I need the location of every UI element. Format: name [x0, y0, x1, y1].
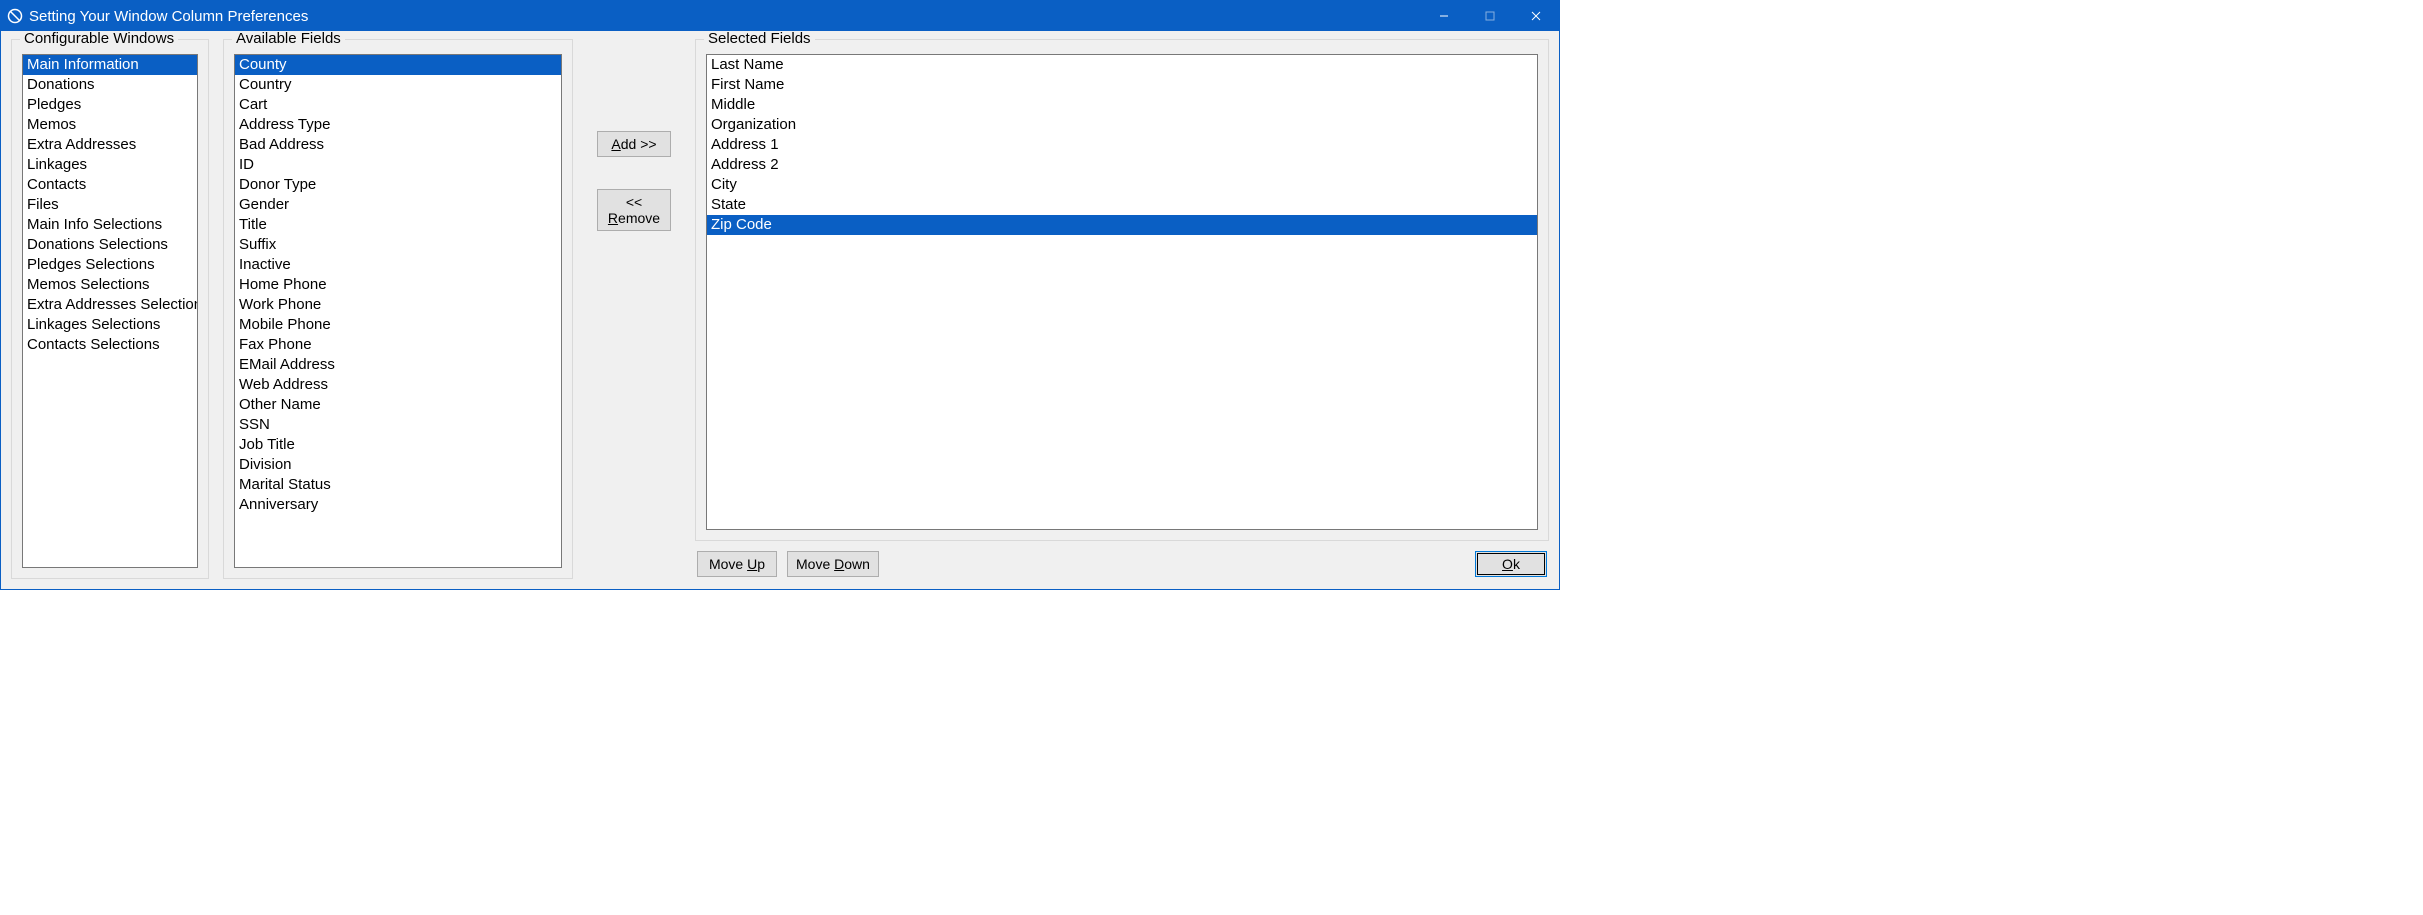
list-item[interactable]: Cart — [235, 95, 561, 115]
list-item[interactable]: Donations Selections — [23, 235, 197, 255]
list-item[interactable]: Main Information — [23, 55, 197, 75]
configurable-windows-label: Configurable Windows — [20, 31, 178, 47]
ok-button[interactable]: Ok — [1475, 551, 1547, 577]
available-fields-listbox[interactable]: CountyCountryCartAddress TypeBad Address… — [234, 54, 562, 568]
list-item[interactable]: Fax Phone — [235, 335, 561, 355]
configurable-windows-listbox[interactable]: Main InformationDonationsPledgesMemosExt… — [22, 54, 198, 568]
list-item[interactable]: Country — [235, 75, 561, 95]
list-item[interactable]: State — [707, 195, 1537, 215]
list-item[interactable]: Marital Status — [235, 475, 561, 495]
list-item[interactable]: Main Info Selections — [23, 215, 197, 235]
list-item[interactable]: Address Type — [235, 115, 561, 135]
list-item[interactable]: Donor Type — [235, 175, 561, 195]
list-item[interactable]: County — [235, 55, 561, 75]
list-item[interactable]: Other Name — [235, 395, 561, 415]
close-button[interactable] — [1513, 1, 1559, 31]
selected-fields-label: Selected Fields — [704, 31, 815, 47]
maximize-button — [1467, 1, 1513, 31]
list-item[interactable]: Contacts — [23, 175, 197, 195]
list-item[interactable]: Inactive — [235, 255, 561, 275]
list-item[interactable]: Linkages — [23, 155, 197, 175]
list-item[interactable]: Address 1 — [707, 135, 1537, 155]
list-item[interactable]: Memos Selections — [23, 275, 197, 295]
list-item[interactable]: Division — [235, 455, 561, 475]
list-item[interactable]: Files — [23, 195, 197, 215]
list-item[interactable]: Linkages Selections — [23, 315, 197, 335]
list-item[interactable]: Organization — [707, 115, 1537, 135]
list-item[interactable]: Zip Code — [707, 215, 1537, 235]
list-item[interactable]: EMail Address — [235, 355, 561, 375]
list-item[interactable]: Web Address — [235, 375, 561, 395]
available-fields-group: Available Fields CountyCountryCartAddres… — [223, 39, 573, 579]
titlebar: Setting Your Window Column Preferences — [1, 1, 1559, 31]
list-item[interactable]: Anniversary — [235, 495, 561, 515]
list-item[interactable]: First Name — [707, 75, 1537, 95]
list-item[interactable]: Memos — [23, 115, 197, 135]
list-item[interactable]: Donations — [23, 75, 197, 95]
list-item[interactable]: Gender — [235, 195, 561, 215]
list-item[interactable]: City — [707, 175, 1537, 195]
list-item[interactable]: Address 2 — [707, 155, 1537, 175]
list-item[interactable]: Suffix — [235, 235, 561, 255]
list-item[interactable]: Job Title — [235, 435, 561, 455]
list-item[interactable]: Extra Addresses Selections — [23, 295, 197, 315]
list-item[interactable]: SSN — [235, 415, 561, 435]
list-item[interactable]: Extra Addresses — [23, 135, 197, 155]
remove-button[interactable]: << Remove — [597, 189, 671, 231]
list-item[interactable]: Pledges — [23, 95, 197, 115]
window-title: Setting Your Window Column Preferences — [29, 8, 308, 25]
list-item[interactable]: Title — [235, 215, 561, 235]
list-item[interactable]: Work Phone — [235, 295, 561, 315]
list-item[interactable]: Middle — [707, 95, 1537, 115]
add-button[interactable]: Add >> — [597, 131, 671, 157]
right-column: Selected Fields Last NameFirst NameMiddl… — [695, 39, 1549, 579]
app-icon — [7, 8, 23, 24]
list-item[interactable]: Pledges Selections — [23, 255, 197, 275]
dialog-body: Configurable Windows Main InformationDon… — [1, 31, 1559, 589]
transfer-buttons: Add >> << Remove — [587, 39, 681, 579]
list-item[interactable]: Contacts Selections — [23, 335, 197, 355]
list-item[interactable]: Home Phone — [235, 275, 561, 295]
move-down-button[interactable]: Move Down — [787, 551, 879, 577]
list-item[interactable]: Bad Address — [235, 135, 561, 155]
selected-fields-listbox[interactable]: Last NameFirst NameMiddleOrganizationAdd… — [706, 54, 1538, 530]
selected-fields-group: Selected Fields Last NameFirst NameMiddl… — [695, 39, 1549, 541]
available-fields-label: Available Fields — [232, 31, 345, 47]
minimize-button[interactable] — [1421, 1, 1467, 31]
move-up-button[interactable]: Move Up — [697, 551, 777, 577]
configurable-windows-group: Configurable Windows Main InformationDon… — [11, 39, 209, 579]
list-item[interactable]: Last Name — [707, 55, 1537, 75]
list-item[interactable]: Mobile Phone — [235, 315, 561, 335]
list-item[interactable]: ID — [235, 155, 561, 175]
dialog-window: Setting Your Window Column Preferences C… — [0, 0, 1560, 590]
bottom-button-row: Move Up Move Down Ok — [695, 551, 1549, 579]
